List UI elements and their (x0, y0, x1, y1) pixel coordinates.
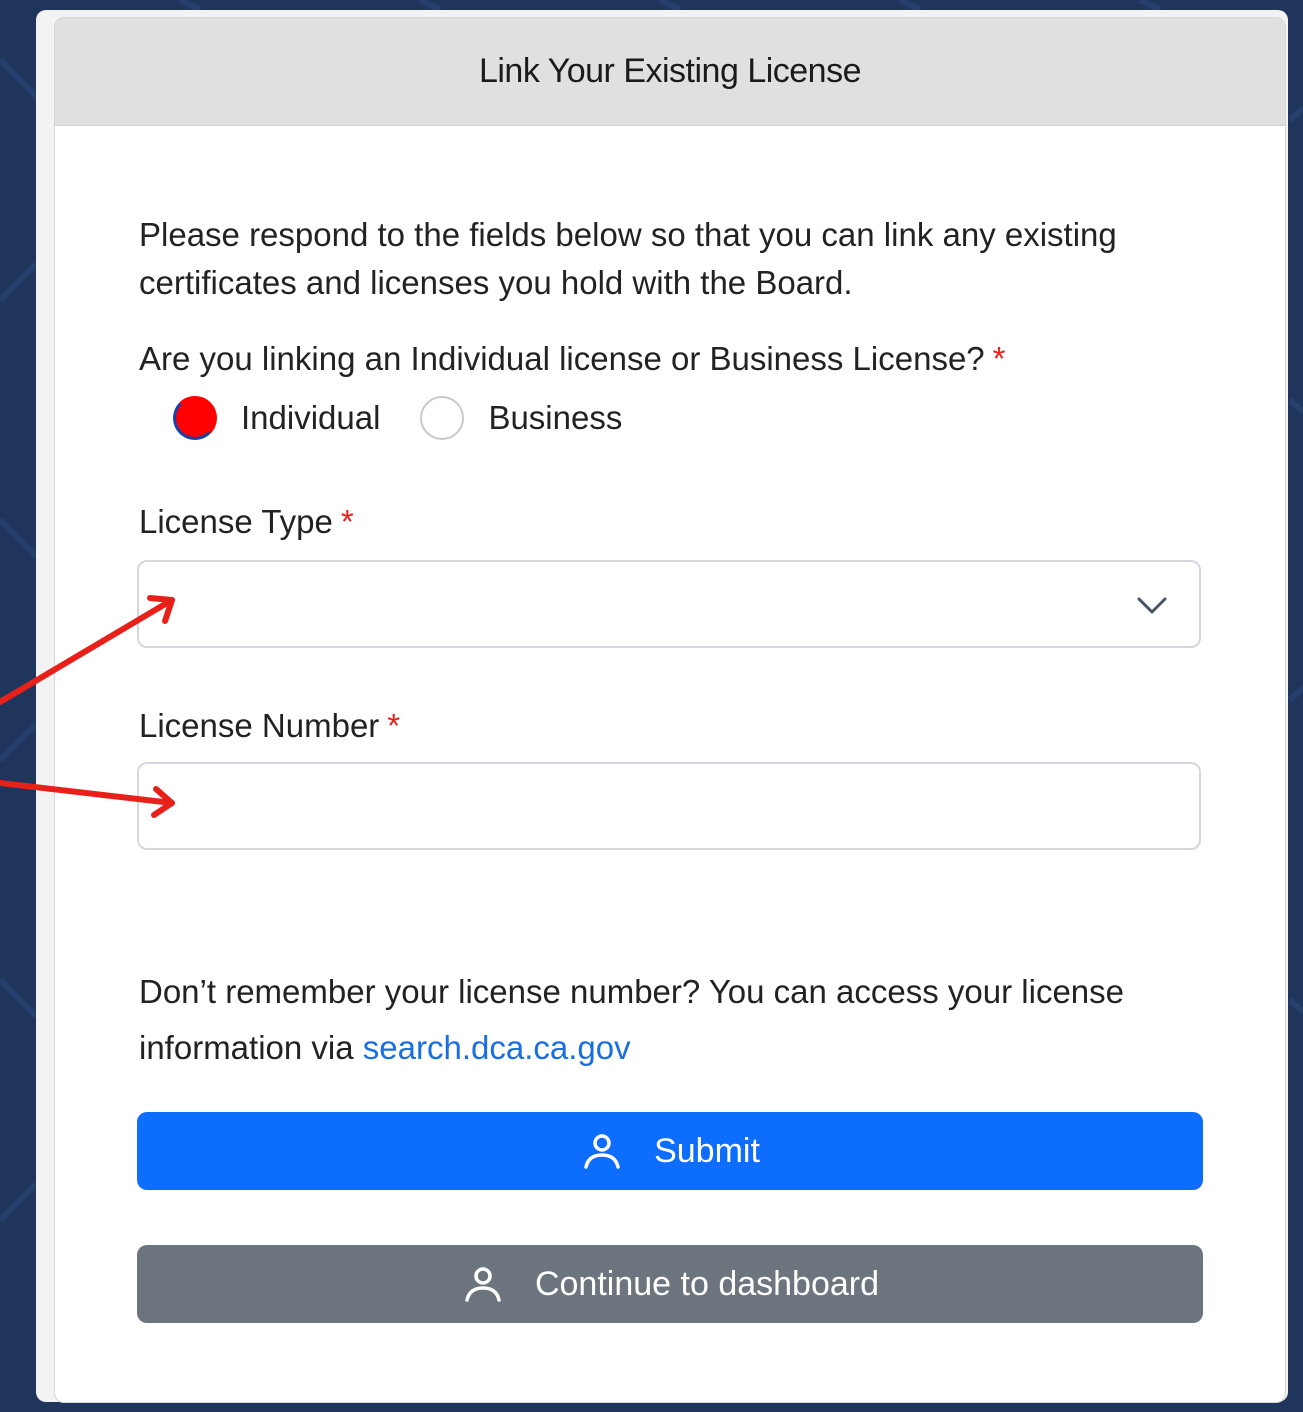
user-icon (461, 1262, 505, 1306)
card-header: Link Your Existing License (55, 18, 1285, 126)
license-number-input[interactable] (137, 762, 1201, 850)
radio-business[interactable] (420, 396, 465, 440)
license-type-select[interactable] (137, 560, 1201, 648)
user-icon (580, 1129, 624, 1173)
radio-individual[interactable] (173, 396, 217, 440)
card-title: Link Your Existing License (478, 52, 862, 90)
help-text-body: Don’t remember your license number? You … (139, 973, 1125, 1066)
search-dca-link[interactable]: search.dca.ca.gov (363, 1029, 631, 1066)
help-text: Don’t remember your license number? You … (139, 964, 1179, 1076)
intro-text: Please respond to the fields below so th… (139, 216, 1117, 301)
submit-button[interactable]: Submit (137, 1112, 1203, 1190)
radio-business-label[interactable]: Business (488, 399, 622, 437)
chevron-down-icon (1137, 597, 1167, 614)
question-text: Are you linking an Individual license or… (139, 340, 985, 377)
radio-option-business[interactable]: Business (420, 396, 622, 440)
required-mark: * (340, 503, 354, 540)
radio-individual-label[interactable]: Individual (241, 399, 380, 437)
license-type-label: License Type * (139, 503, 354, 541)
continue-dashboard-button[interactable]: Continue to dashboard (137, 1245, 1203, 1323)
required-mark: * (387, 707, 401, 744)
radio-option-individual[interactable]: Individual (173, 396, 380, 440)
continue-dashboard-label: Continue to dashboard (534, 1264, 880, 1303)
license-type-label-text: License Type (139, 503, 333, 540)
required-mark: * (992, 340, 1006, 377)
license-number-label: License Number * (139, 707, 400, 745)
license-kind-radio-group: Individual Business (173, 396, 622, 440)
license-number-label-text: License Number (139, 707, 380, 744)
link-license-card: Link Your Existing License Please respon… (54, 17, 1286, 1403)
license-kind-question: Are you linking an Individual license or… (139, 340, 1006, 378)
submit-button-label: Submit (654, 1131, 760, 1170)
